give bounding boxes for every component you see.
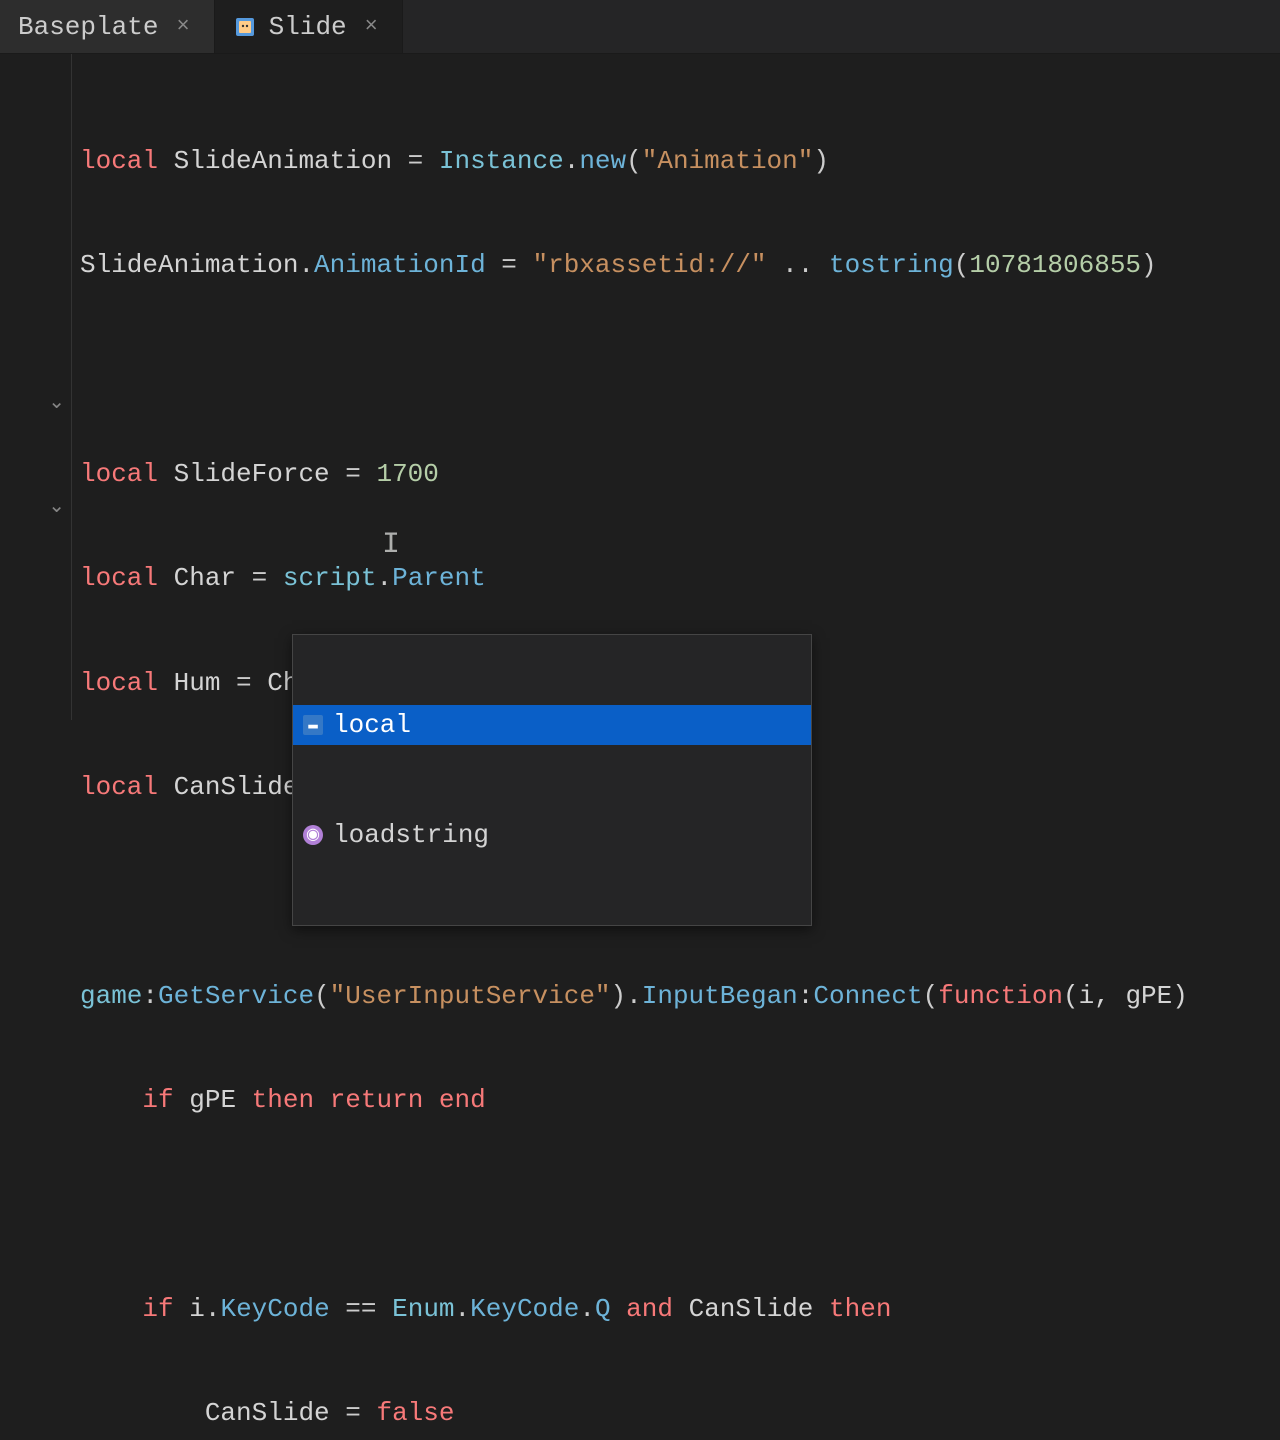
code-line: SlideAnimation.AnimationId = "rbxassetid… <box>80 248 1280 283</box>
autocomplete-item[interactable]: ◉ loadstring <box>293 815 811 856</box>
code-editor[interactable]: ⌄ ⌄ local SlideAnimation = Instance.new(… <box>0 54 1280 720</box>
script-icon <box>233 15 257 39</box>
tab-bar: Baseplate × Slide × <box>0 0 1280 54</box>
autocomplete-label: loadstring <box>333 818 489 853</box>
code-line: local SlideAnimation = Instance.new("Ani… <box>80 144 1280 179</box>
code-line <box>80 352 1280 387</box>
tab-baseplate[interactable]: Baseplate × <box>0 0 215 53</box>
code-line: local Char = script.Parent <box>80 561 1280 596</box>
code-line: game:GetService("UserInputService").Inpu… <box>80 979 1280 1014</box>
code-line: if gPE then return end <box>80 1083 1280 1118</box>
function-icon: ◉ <box>303 825 323 845</box>
ibeam-cursor-icon: I <box>382 528 400 563</box>
tab-slide[interactable]: Slide × <box>215 0 403 53</box>
close-icon[interactable]: × <box>170 12 195 41</box>
code-line: if i.KeyCode == Enum.KeyCode.Q and CanSl… <box>80 1292 1280 1327</box>
autocomplete-popup: ▬ local ◉ loadstring <box>292 634 812 926</box>
tab-label: Slide <box>269 12 347 42</box>
code-area[interactable]: local SlideAnimation = Instance.new("Ani… <box>72 54 1280 720</box>
autocomplete-label: local <box>333 708 411 743</box>
tab-label: Baseplate <box>18 12 158 42</box>
autocomplete-item[interactable]: ▬ local <box>293 705 811 746</box>
close-icon[interactable]: × <box>359 12 384 41</box>
code-line <box>80 1188 1280 1223</box>
chevron-down-icon[interactable]: ⌄ <box>48 389 65 415</box>
keyword-icon: ▬ <box>303 715 323 735</box>
chevron-down-icon[interactable]: ⌄ <box>48 493 65 519</box>
gutter: ⌄ ⌄ <box>0 54 72 720</box>
code-line: local SlideForce = 1700 <box>80 457 1280 492</box>
code-line: CanSlide = false <box>80 1396 1280 1431</box>
